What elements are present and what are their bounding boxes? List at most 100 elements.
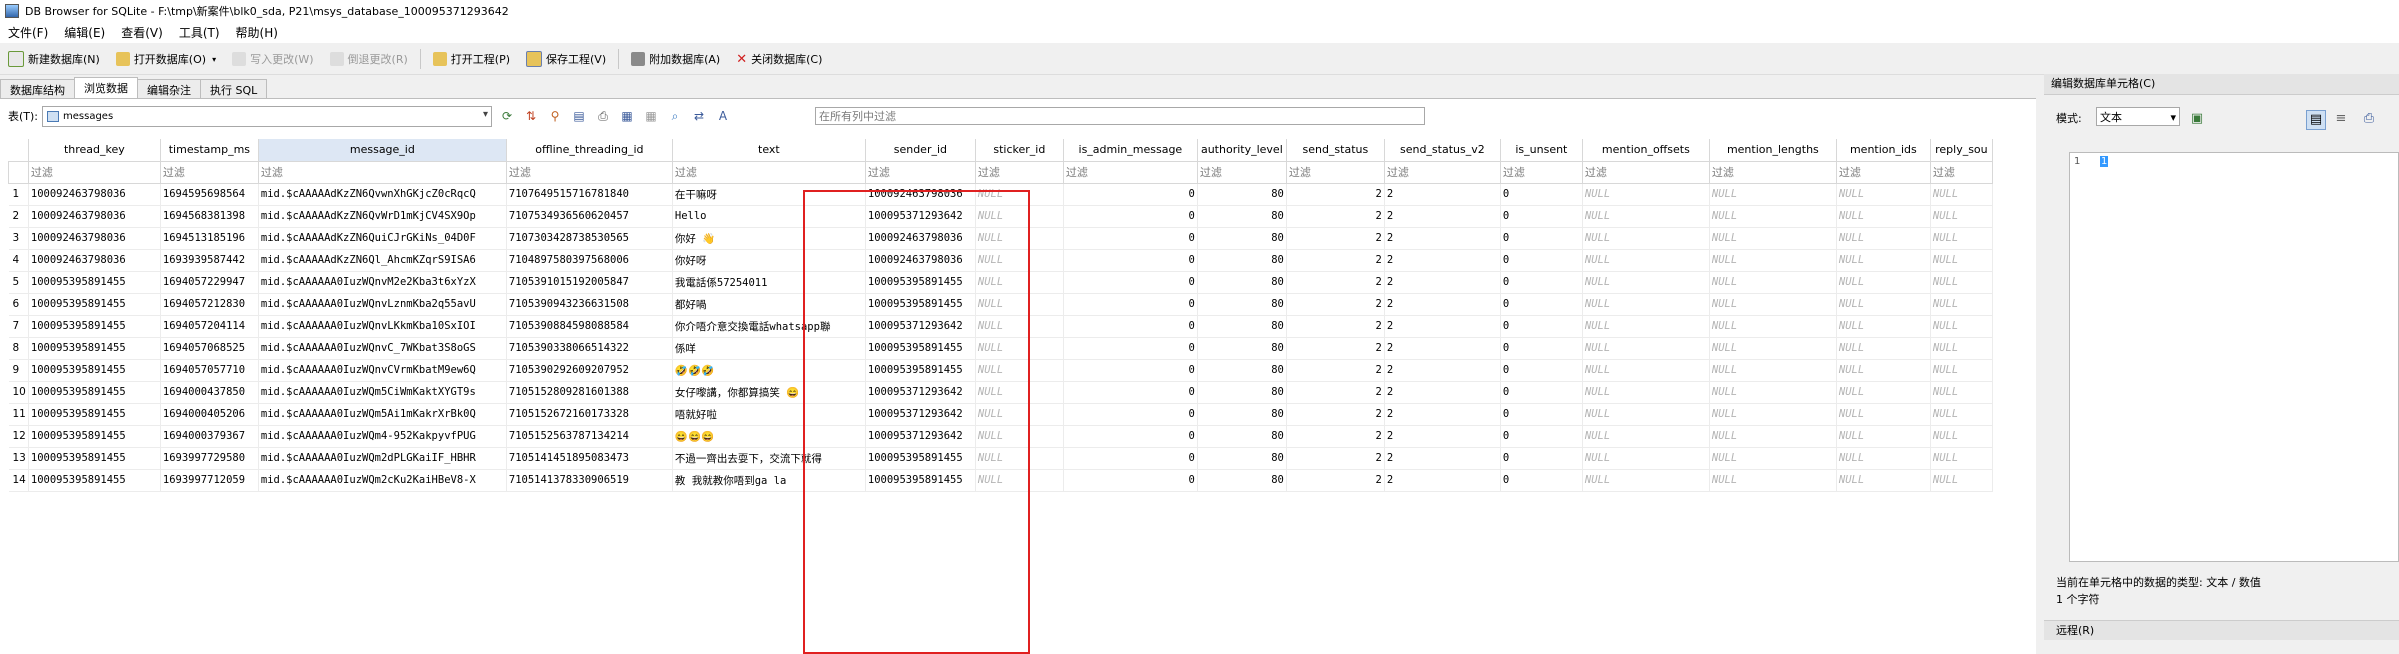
column-header[interactable]: reply_sou [1930,139,1993,162]
table-cell[interactable]: 80 [1197,315,1287,338]
column-header[interactable]: is_admin_message [1063,139,1198,162]
table-cell[interactable]: 2 [1384,337,1501,360]
table-cell[interactable]: 100095395891455 [28,381,161,404]
table-cell[interactable]: 100095395891455 [28,469,161,492]
tab-browse-data[interactable]: 浏览数据 [74,77,138,98]
table-cell[interactable]: 0 [1500,293,1583,316]
table-cell[interactable]: 1694000405206 [160,403,259,426]
delete-record-icon[interactable]: ▦ [642,107,660,125]
cell-value-editor[interactable]: 1 1 [2069,152,2399,562]
revert-changes-button[interactable]: 倒退更改(R) [322,47,416,71]
table-cell[interactable]: 2 [1384,315,1501,338]
table-cell[interactable]: NULL [1930,359,1993,382]
table-cell[interactable]: 0 [1500,403,1583,426]
table-cell[interactable]: 7105390292609207952 [506,359,673,382]
row-number[interactable]: 8 [8,337,29,360]
corner-header[interactable] [8,139,29,162]
table-cell[interactable]: NULL [1582,359,1710,382]
table-cell[interactable]: 0 [1500,271,1583,294]
table-cell[interactable]: 1694057057710 [160,359,259,382]
table-cell[interactable]: 100095395891455 [28,425,161,448]
row-number[interactable]: 10 [8,381,29,404]
table-cell[interactable]: mid.$cAAAAAA0IuzWQm5Ai1mKakrXrBk0Q [258,403,507,426]
table-cell[interactable]: NULL [1709,381,1837,404]
write-changes-button[interactable]: 写入更改(W) [224,47,321,71]
table-cell[interactable]: 0 [1500,249,1583,272]
row-number[interactable]: 1 [8,183,29,206]
table-cell[interactable]: 2 [1384,293,1501,316]
table-cell[interactable]: NULL [1836,359,1931,382]
column-filter-input[interactable]: 过滤 [1835,160,1931,184]
table-cell[interactable]: 80 [1197,469,1287,492]
table-cell[interactable]: 7105152563787134214 [506,425,673,448]
table-cell[interactable]: 100095395891455 [28,337,161,360]
close-database-button[interactable]: ✕ 关闭数据库(C) [728,47,830,71]
table-cell[interactable]: 7105141378330906519 [506,469,673,492]
table-cell[interactable]: NULL [1709,425,1837,448]
table-cell[interactable]: 100095395891455 [28,359,161,382]
table-cell[interactable]: 2 [1384,447,1501,470]
table-cell[interactable]: 0 [1063,315,1198,338]
tab-edit-pragmas[interactable]: 编辑杂注 [137,79,201,98]
table-cell[interactable]: mid.$cAAAAAdKzZN6QvWrD1mKjCV4SX9Op [258,205,507,228]
column-header[interactable]: text [672,139,866,162]
table-cell[interactable]: NULL [1836,293,1931,316]
table-cell[interactable]: NULL [1836,271,1931,294]
table-cell[interactable]: mid.$cAAAAAA0IuzWQm2dPLGKaiIF_HBHR [258,447,507,470]
column-header[interactable]: is_unsent [1500,139,1583,162]
table-cell[interactable]: 80 [1197,271,1287,294]
table-cell[interactable]: NULL [1930,249,1993,272]
table-cell[interactable]: NULL [1930,183,1993,206]
table-cell[interactable]: 2 [1286,205,1385,228]
table-cell[interactable]: 2 [1384,205,1501,228]
table-cell[interactable]: 0 [1063,205,1198,228]
menu-view[interactable]: 查看(V) [113,24,171,41]
table-cell[interactable]: 100095395891455 [28,447,161,470]
row-number[interactable]: 12 [8,425,29,448]
table-cell[interactable]: NULL [1582,337,1710,360]
table-cell[interactable]: 0 [1500,359,1583,382]
table-cell[interactable]: mid.$cAAAAAA0IuzWQm2cKu2KaiHBeV8-X [258,469,507,492]
table-cell[interactable]: 0 [1063,249,1198,272]
column-filter-input[interactable]: 过滤 [864,160,976,184]
table-cell[interactable]: 2 [1286,249,1385,272]
table-cell[interactable]: 0 [1500,381,1583,404]
column-header[interactable]: offline_threading_id [506,139,673,162]
table-cell[interactable]: NULL [1709,183,1837,206]
table-cell[interactable]: 1694057068525 [160,337,259,360]
table-cell[interactable]: 0 [1063,469,1198,492]
table-cell[interactable]: NULL [1709,293,1837,316]
column-filter-input[interactable]: 过滤 [257,160,507,184]
row-number[interactable]: 4 [8,249,29,272]
table-cell[interactable]: mid.$cAAAAAA0IuzWQnvLznmKba2q55avU [258,293,507,316]
table-cell[interactable]: 1693997729580 [160,447,259,470]
table-cell[interactable]: 2 [1286,359,1385,382]
table-cell[interactable]: NULL [1930,381,1993,404]
table-cell[interactable]: 2 [1286,403,1385,426]
find-icon[interactable]: ⌕ [666,107,684,125]
menu-edit[interactable]: 编辑(E) [56,24,113,41]
table-cell[interactable]: mid.$cAAAAAA0IuzWQnvC_7WKbat3S8oGS [258,337,507,360]
table-cell[interactable]: NULL [1709,403,1837,426]
table-cell[interactable]: 2 [1384,359,1501,382]
table-cell[interactable]: NULL [1836,381,1931,404]
table-select[interactable]: messages ▾ [42,105,493,127]
table-cell[interactable]: 100095395891455 [28,403,161,426]
table-cell[interactable]: 100092463798036 [28,205,161,228]
table-cell[interactable]: NULL [1836,425,1931,448]
table-cell[interactable]: 2 [1286,447,1385,470]
table-cell[interactable]: mid.$cAAAAAdKzZN6QuiCJrGKiNs_04D0F [258,227,507,250]
auto-format-icon[interactable]: ▣ [2188,110,2206,128]
table-cell[interactable]: NULL [1930,469,1993,492]
table-cell[interactable]: 1694000437850 [160,381,259,404]
table-cell[interactable]: 100092463798036 [28,183,161,206]
table-cell[interactable]: NULL [1582,183,1710,206]
table-cell[interactable]: NULL [1709,359,1837,382]
row-number[interactable]: 5 [8,271,29,294]
table-cell[interactable]: 1694000379367 [160,425,259,448]
export-icon[interactable]: ⎙ [2360,110,2378,128]
table-cell[interactable]: 2 [1384,249,1501,272]
row-number[interactable]: 2 [8,205,29,228]
table-cell[interactable]: 2 [1384,425,1501,448]
table-cell[interactable]: NULL [1836,403,1931,426]
